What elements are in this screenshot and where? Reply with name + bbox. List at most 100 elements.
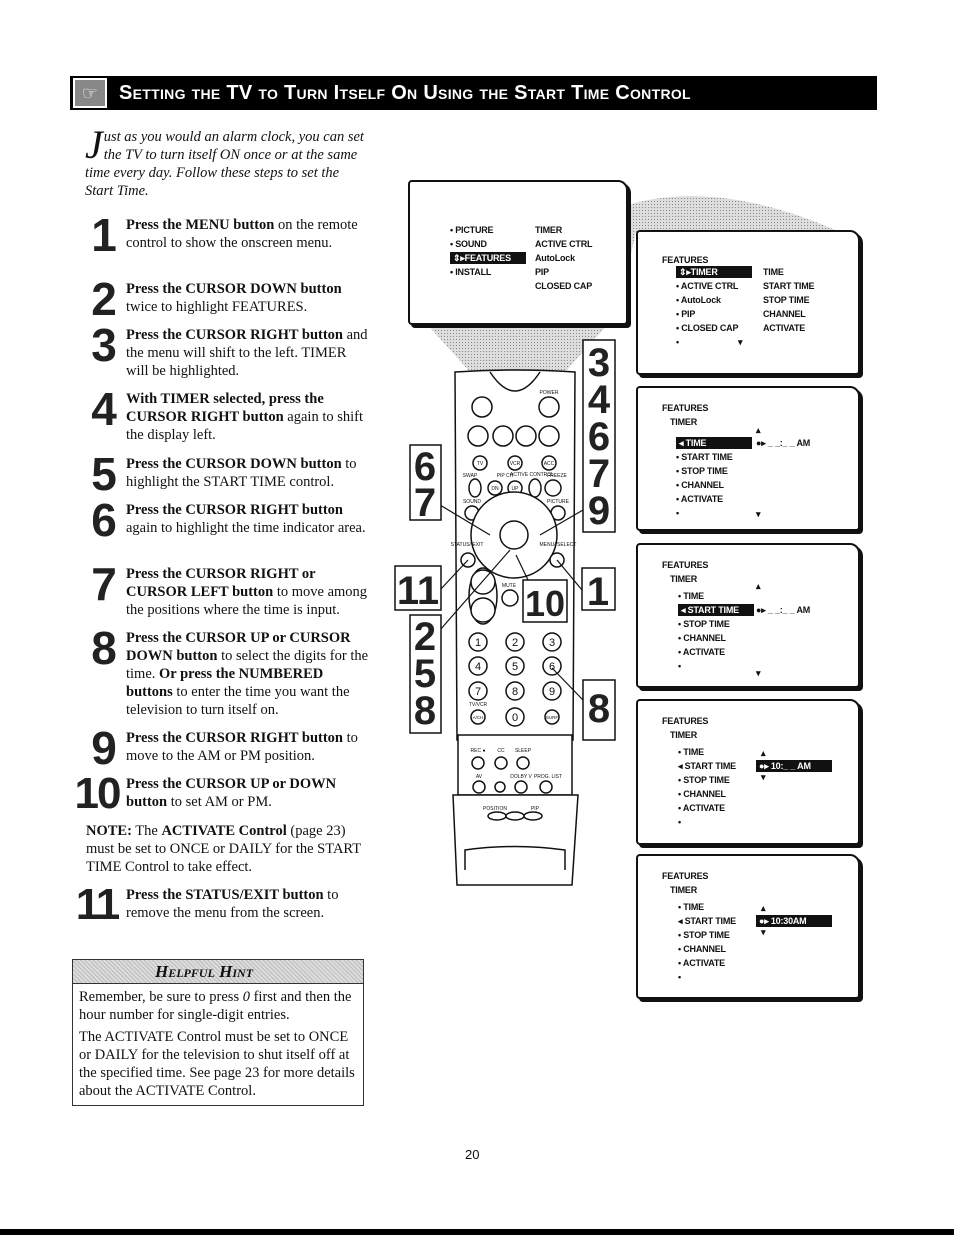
menu-item: ▴ [761,903,766,914]
callout-number: 7 [414,481,436,525]
callout-number: 11 [397,569,439,613]
menu-item: ●▸ _ _:_ _ AM [756,438,811,448]
digit-label: 3 [549,637,555,649]
highlighted-menu-item: ●▸ 10:30AM [756,914,832,927]
menu-item: FEATURES [662,871,709,881]
play-button[interactable] [515,425,537,447]
menu-item: START TIME [763,281,815,291]
menu-item: • PICTURE [450,225,494,235]
digit-label: 5 [512,661,518,673]
highlighted-menu-item: ⇕▸TIMER [676,266,752,278]
digit-label: 4 [475,661,481,673]
menu-item: • ACTIVATE [678,802,725,813]
digit-label: 9 [549,686,555,698]
dolby-button[interactable] [514,780,528,794]
menu-item: • CHANNEL [678,788,726,799]
tv-label: TV [477,461,484,467]
cursor-center-button[interactable] [499,520,529,550]
status-exit-label: STATUS/ EXIT [451,542,484,548]
menu-item: ▾ [756,667,761,678]
prog-list-label: PROG. LIST [534,774,562,780]
menu-item: ●▸ _ _:_ _ AM [756,604,811,615]
av-label: AV [476,774,483,780]
menu-item: ▾ [738,337,743,347]
fast-forward-button[interactable] [538,425,560,447]
sleep-label: SLEEP [515,748,532,754]
highlighted-menu-item: ●▸ 10:_ _ AM [756,759,832,772]
menu-item: ◂ START TIME [678,760,736,771]
menu-item: • ACTIVATE [676,494,723,504]
menu-item: FEATURES [662,255,709,265]
menu-item: TIMER [670,730,697,740]
callout-number: 1 [587,570,609,614]
pause-button[interactable] [471,396,493,418]
menu-item: • INSTALL [450,267,492,277]
menu-item: FEATURES [662,403,709,413]
menu-item: • CHANNEL [678,632,726,643]
menu-item: • TIME [678,590,704,601]
menu-screen-6: FEATURES TIMER • TIME ◂ START TIME • STOP TI… [636,854,860,999]
menu-screen-4: FEATURES TIMER • TIME ◂ START TIME • STOP TI… [636,543,860,688]
vcr-label: VCR [510,461,521,467]
active-control-button[interactable] [528,478,542,498]
menu-item: PIP [535,267,549,277]
up-label: UP [512,486,520,492]
menu-item: STOP TIME [763,295,810,305]
digit-label: 6 [549,661,555,673]
menu-item: ▾ [756,509,761,520]
pip-label: PIP [531,806,540,812]
digit-label: 8 [512,686,518,698]
picture-label: PICTURE [547,499,570,505]
menu-item: ▴ [761,748,766,759]
highlighted-menu-item: ⇕▸FEATURES [450,252,526,264]
rec-button[interactable] [471,756,485,770]
digit-label: 0 [512,712,518,724]
menu-item: • [678,660,681,671]
menu-item: TIMER [670,574,697,584]
menu-item: • STOP TIME [676,466,728,476]
freeze-label: FREEZE [547,473,567,479]
clock-button[interactable] [494,781,506,793]
menu-item: CHANNEL [763,309,806,319]
menu-item: ◂ START TIME [678,915,736,926]
menu-screen-2: FEATURES ⇕▸TIMER • ACTIVE CTRL • AutoLock • … [636,230,860,375]
menu-item: ACTIVE CTRL [535,239,593,249]
page-number: 20 [465,1147,480,1162]
av-button[interactable] [472,780,486,794]
acc-label: ACC [544,461,555,467]
callout-number: 10 [525,583,565,624]
power-button[interactable] [538,396,560,418]
sound-label: SOUND [463,499,481,505]
tv-vcr-label: TV/VCR [469,702,488,708]
mute-button[interactable] [501,589,519,607]
menu-item: • STOP TIME [678,929,730,940]
pip-swap-button[interactable] [505,811,525,821]
menu-item: ▾ [761,772,766,782]
position-button[interactable] [487,811,507,821]
menu-item: TIMER [535,225,562,235]
callout-number: 8 [588,687,610,731]
menu-item: • STOP TIME [678,774,730,785]
menu-item: ▴ [756,425,761,436]
sleep-button[interactable] [516,756,530,770]
stop-button[interactable] [492,425,514,447]
menu-item: ACTIVATE [763,323,806,333]
swap-button[interactable] [468,478,482,498]
rewind-button[interactable] [467,425,489,447]
cc-button[interactable] [494,756,508,770]
menu-item: • [678,971,681,982]
bottom-rule [0,1229,954,1235]
prog-list-button[interactable] [539,780,553,794]
freeze-button[interactable] [544,479,562,497]
dn-label: DN [491,486,499,492]
volume-down-button[interactable] [470,597,496,623]
menu-item: ▾ [761,927,766,937]
menu-item: • SOUND [450,239,487,249]
mute-label: MUTE [502,583,517,589]
pip-button[interactable] [523,811,543,821]
ach-label: A/CH [473,715,484,720]
menu-item: • TIME [678,746,704,757]
menu-screen-3: FEATURES TIMER ◂ TIME • START TIME • STOP TI… [636,386,860,531]
menu-item: • CLOSED CAP [676,323,739,333]
menu-item: AutoLock [535,253,575,263]
